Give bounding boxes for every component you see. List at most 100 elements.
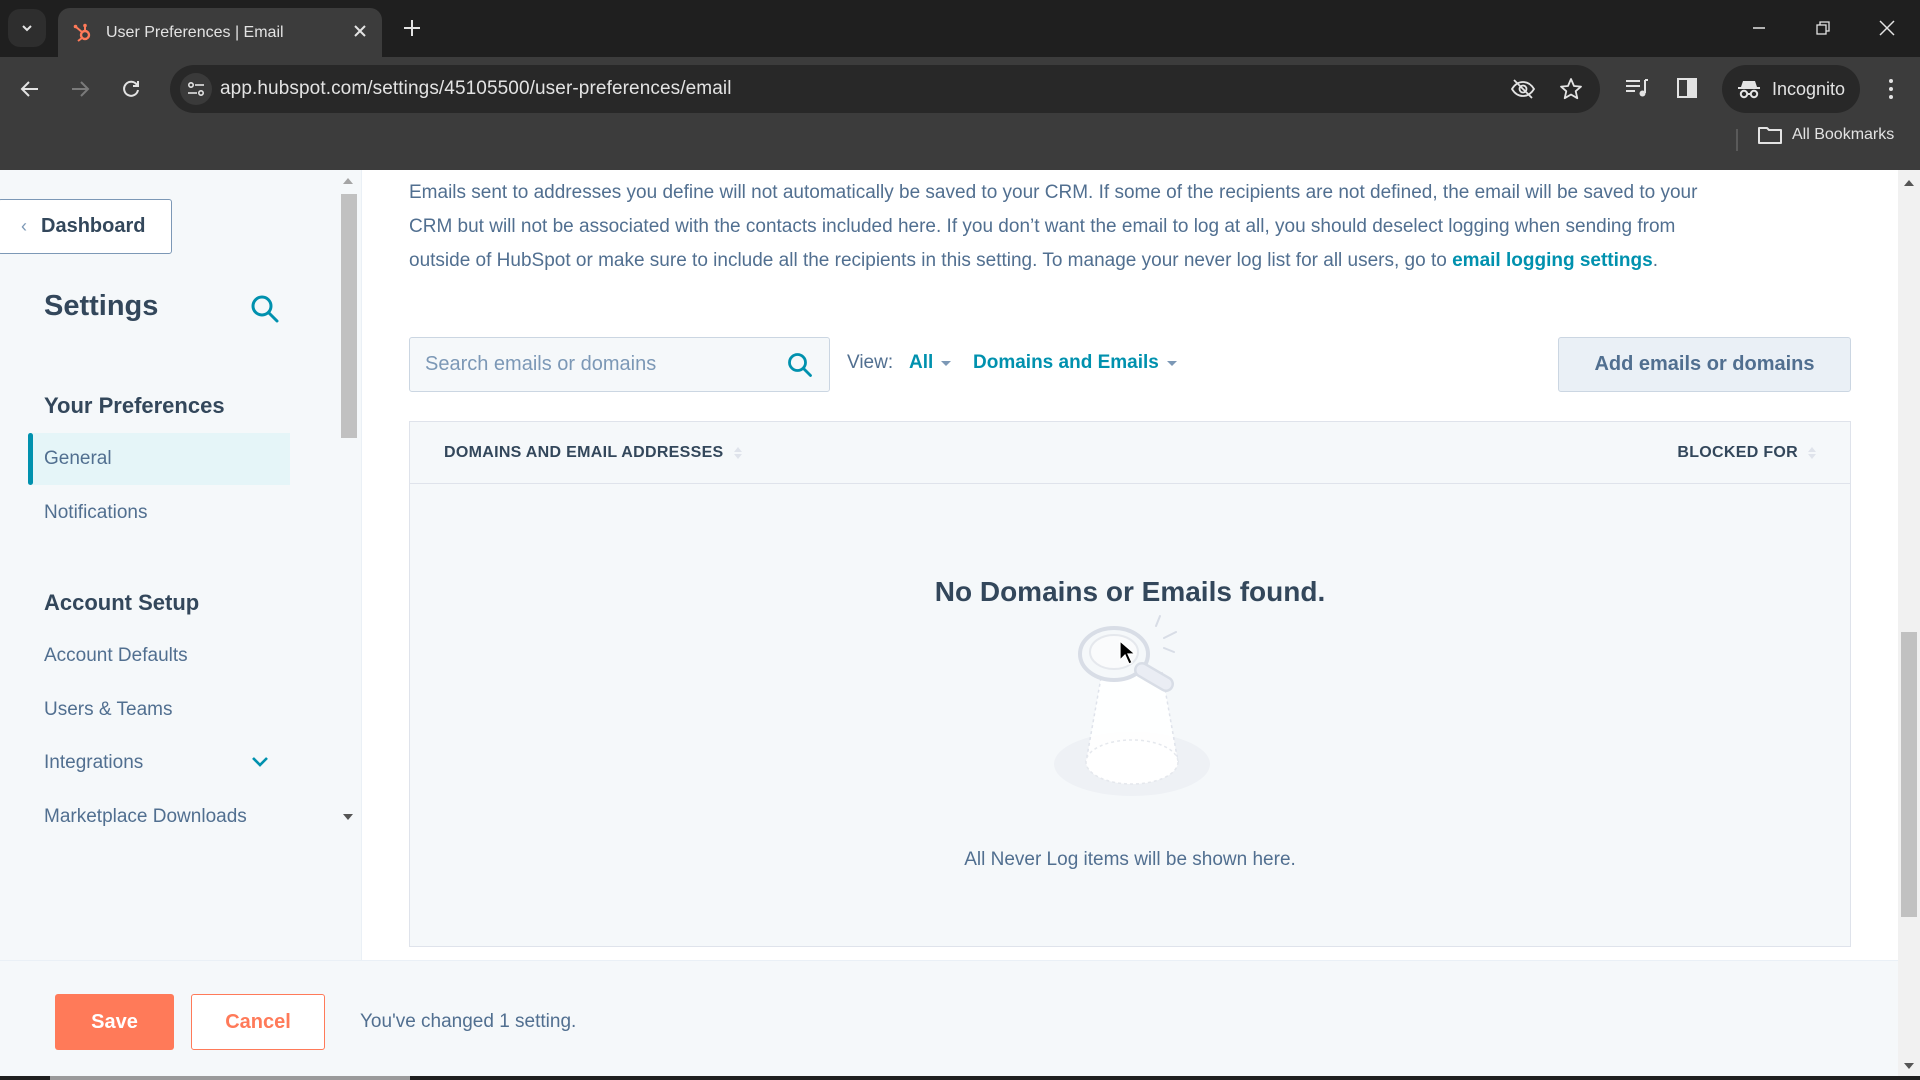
taskbar-strip [0, 1076, 1920, 1080]
hubspot-favicon [73, 23, 91, 42]
forward-icon [72, 81, 90, 97]
forward-button[interactable] [62, 71, 98, 107]
tracking-protection-button[interactable] [1509, 75, 1537, 103]
settings-sidebar: ‹ Dashboard Settings Your Preferences Ge… [0, 170, 362, 960]
search-input[interactable] [410, 338, 770, 391]
sidebar-scroll-thumb[interactable] [341, 194, 357, 438]
save-bar: Save Cancel You've changed 1 setting. [0, 960, 1898, 1080]
site-info-icon [187, 81, 205, 97]
plus-icon [404, 20, 420, 36]
view-label: View: [847, 352, 894, 373]
window-close-button[interactable] [1864, 10, 1910, 46]
empty-state-title: No Domains or Emails found. [934, 576, 1326, 607]
sidebar-item-label: Users & Teams [44, 699, 173, 720]
view-filter-dropdown[interactable]: All [909, 352, 952, 374]
mouse-cursor-icon [1119, 640, 1137, 665]
minimize-icon [1753, 27, 1765, 29]
tab-title: User Preferences | Email [106, 23, 284, 41]
table-header: DOMAINS AND EMAIL ADDRESSES BLOCKED FOR [410, 422, 1850, 484]
type-filter-value: Domains and Emails [973, 352, 1159, 373]
browser-tab[interactable]: User Preferences | Email [58, 8, 382, 57]
hubspot-page: ‹ Dashboard Settings Your Preferences Ge… [0, 170, 1920, 1080]
magnifying-glass-illustration [1054, 615, 1210, 796]
window-close-icon [1879, 20, 1895, 36]
caret-down-icon [1166, 360, 1177, 366]
sidebar-item-users-teams[interactable]: Users & Teams [28, 684, 290, 736]
new-tab-button[interactable] [396, 12, 428, 44]
sidebar-scrollbar[interactable] [338, 170, 360, 850]
sidebar-item-label: Account Defaults [44, 645, 188, 666]
sidebar-item-label: General [44, 448, 112, 469]
minimize-button[interactable] [1736, 10, 1782, 46]
address-bar[interactable]: app.hubspot.com/settings/45105500/user-p… [170, 65, 1600, 113]
all-bookmarks-button[interactable]: All Bookmarks [1758, 125, 1894, 145]
incognito-badge[interactable]: Incognito [1722, 65, 1860, 113]
intro-paragraph: Emails sent to addresses you define will… [409, 182, 1698, 271]
scroll-up-arrow-icon[interactable] [343, 178, 353, 184]
incognito-label: Incognito [1772, 78, 1846, 99]
type-filter-dropdown[interactable]: Domains and Emails [973, 352, 1177, 374]
more-vert-icon [1889, 79, 1893, 83]
main-scrollbar[interactable] [1898, 170, 1920, 1080]
email-logging-settings-link[interactable]: email logging settings [1452, 250, 1653, 271]
search-field[interactable] [409, 337, 830, 392]
star-icon [1560, 78, 1582, 100]
column-label: BLOCKED FOR [1677, 444, 1798, 461]
search-icon [251, 295, 279, 323]
close-tab-button[interactable] [344, 22, 376, 43]
table-body-empty-state: No Domains or Emails found. All Never Lo… [420, 494, 1840, 934]
search-icon[interactable] [787, 352, 813, 378]
view-filter-value: All [909, 352, 934, 373]
section-your-preferences: Your Preferences [44, 393, 225, 418]
side-panel-icon [1677, 78, 1697, 98]
settings-search-button[interactable] [250, 294, 282, 326]
column-domains-header[interactable]: DOMAINS AND EMAIL ADDRESSES [444, 444, 742, 462]
sidebar-item-label: Notifications [44, 502, 148, 523]
dashboard-label: Dashboard [41, 215, 146, 237]
browser-menu-button[interactable] [1876, 71, 1906, 107]
eye-off-icon [1510, 79, 1536, 99]
sidebar-item-label: Marketplace Downloads [44, 806, 247, 827]
media-controls-button[interactable] [1620, 71, 1654, 105]
url-text[interactable]: app.hubspot.com/settings/45105500/user-p… [220, 78, 732, 100]
sidebar-item-account-defaults[interactable]: Account Defaults [28, 630, 290, 682]
media-icon [1626, 79, 1648, 97]
sort-icon[interactable] [733, 447, 742, 459]
reload-button[interactable] [113, 71, 149, 107]
reload-icon [123, 80, 139, 97]
side-panel-button[interactable] [1670, 71, 1704, 105]
folder-icon [1758, 127, 1782, 144]
incognito-icon [1738, 81, 1760, 99]
changes-status-text: You've changed 1 setting. [360, 1011, 577, 1032]
bookmark-star-button[interactable] [1557, 75, 1585, 103]
sort-icon[interactable] [1808, 447, 1816, 459]
column-blocked-for-header[interactable]: BLOCKED FOR [1677, 444, 1816, 462]
site-info-button[interactable] [180, 73, 212, 105]
dashboard-back-button[interactable]: ‹ Dashboard [0, 199, 172, 254]
chevron-left-icon: ‹ [21, 216, 27, 236]
back-button[interactable] [12, 71, 48, 107]
sidebar-item-notifications[interactable]: Notifications [28, 487, 290, 539]
sidebar-item-integrations[interactable]: Integrations [28, 737, 290, 789]
sidebar-item-marketplace-downloads[interactable]: Marketplace Downloads [28, 791, 290, 843]
empty-state-subtitle: All Never Log items will be shown here. [964, 849, 1296, 870]
cancel-button[interactable]: Cancel [191, 994, 325, 1050]
back-icon [20, 81, 38, 97]
scroll-down-arrow-icon[interactable] [343, 814, 353, 820]
sidebar-item-label: Integrations [44, 752, 144, 773]
scroll-down-arrow-icon[interactable] [1904, 1063, 1914, 1069]
caret-down-icon [941, 360, 952, 366]
main-scroll-thumb[interactable] [1901, 632, 1917, 917]
restore-icon [1816, 21, 1830, 35]
add-emails-or-domains-button[interactable]: Add emails or domains [1558, 337, 1851, 392]
chevron-down-icon[interactable] [250, 752, 270, 772]
restore-button[interactable] [1800, 10, 1846, 46]
save-button[interactable]: Save [55, 994, 174, 1050]
close-icon [354, 25, 366, 37]
main-content: Emails sent to addresses you define will… [362, 170, 1898, 960]
settings-title: Settings [44, 290, 159, 322]
tab-list-icon [22, 25, 32, 32]
sidebar-item-general[interactable]: General [28, 433, 290, 485]
scroll-up-arrow-icon[interactable] [1904, 180, 1914, 186]
tab-list-button[interactable] [8, 9, 46, 47]
